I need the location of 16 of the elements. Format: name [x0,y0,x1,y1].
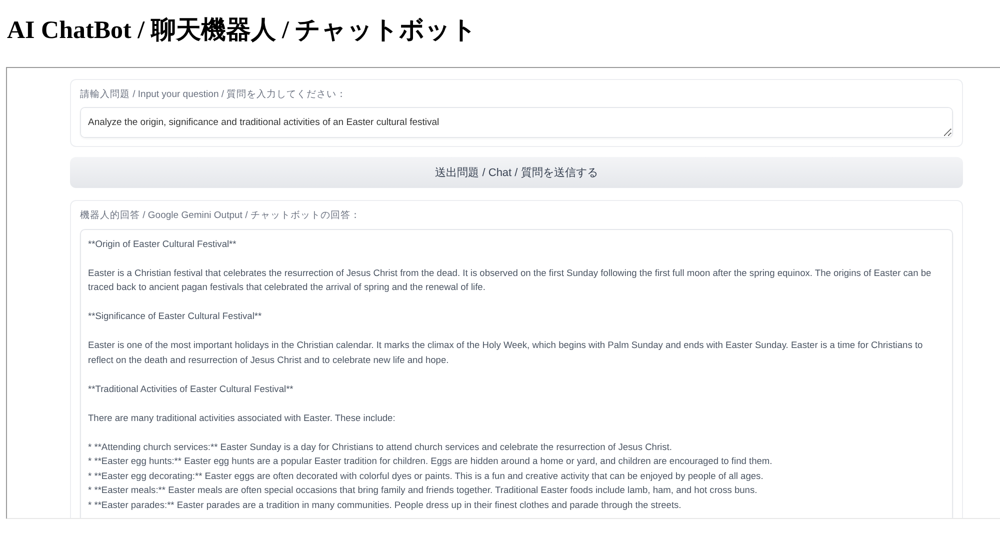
answer-text: * **Easter meals:** Easter meals are often special occasions that bring family and friends together. Traditional Easter foods include lamb, ham, and hot cross buns. [88,484,758,497]
answer-text: * **Easter egg hunts:** Easter egg hunts are a popular Easter tradition for children. Eggs are hidden around a home or yard, and children are encouraged to find them. [88,455,774,468]
answer-text: * **Easter parades:** Easter parades are a tradition in many communities. People dress up in their finest clothes and parade through the streets. [88,498,682,512]
answer-text: **Origin of Easter Cultural Festival** [88,238,238,251]
answer-text: Easter is a Christian festival that celebrates the resurrection of Jesus Christ from the dead. It is observed on the first Sunday following the first full moon after the spring equinox. The origins of Easter can be traced back to ancient pagan festivals that celebrated the arrival of spring and the renewal of life. [88,266,932,294]
answer-text: **Significance of Easter Cultural Festival** [88,310,263,323]
answer-text: Easter is one of the most important holidays in the Christian calendar. It marks the climax of the Holy Week, which begins with Palm Sunday and ends with Easter Sunday. Easter is a time for Christians to reflect on the death and resurrection of Jesus Christ and to celebrate new life and hope. [88,339,924,367]
answer-text: There are many traditional activities associated with Easter. These include: [88,412,396,425]
field-label: 機器人的回答 / Google Gemini Output / チャットボットの回答： [80,209,362,224]
question-field[interactable]: Analyze the origin, significance and traditional activities of an Easter cultural festival [80,107,953,138]
answer-text: * **Attending church services:** Easter Sunday is a day for Christians to attend church services and celebrate the resurrection of Jesus Christ. [88,440,673,454]
answer-text: **Traditional Activities of Easter Cultural Festival** [88,382,294,396]
field-label: 請輸入問題 / Input your question / 質問を入力してください： [80,88,348,102]
answer-text: * **Easter egg decorating:** Easter eggs are often decorated with colorful dyes or paints. This is a fun and creative activity that can be enjoyed by people of all ages. [88,470,764,483]
page-title: AI ChatBot / 聊天機器人 / チャットボット [6,16,478,46]
submit-button[interactable]: 送出問題 / Chat / 質問を送信する [70,157,963,188]
